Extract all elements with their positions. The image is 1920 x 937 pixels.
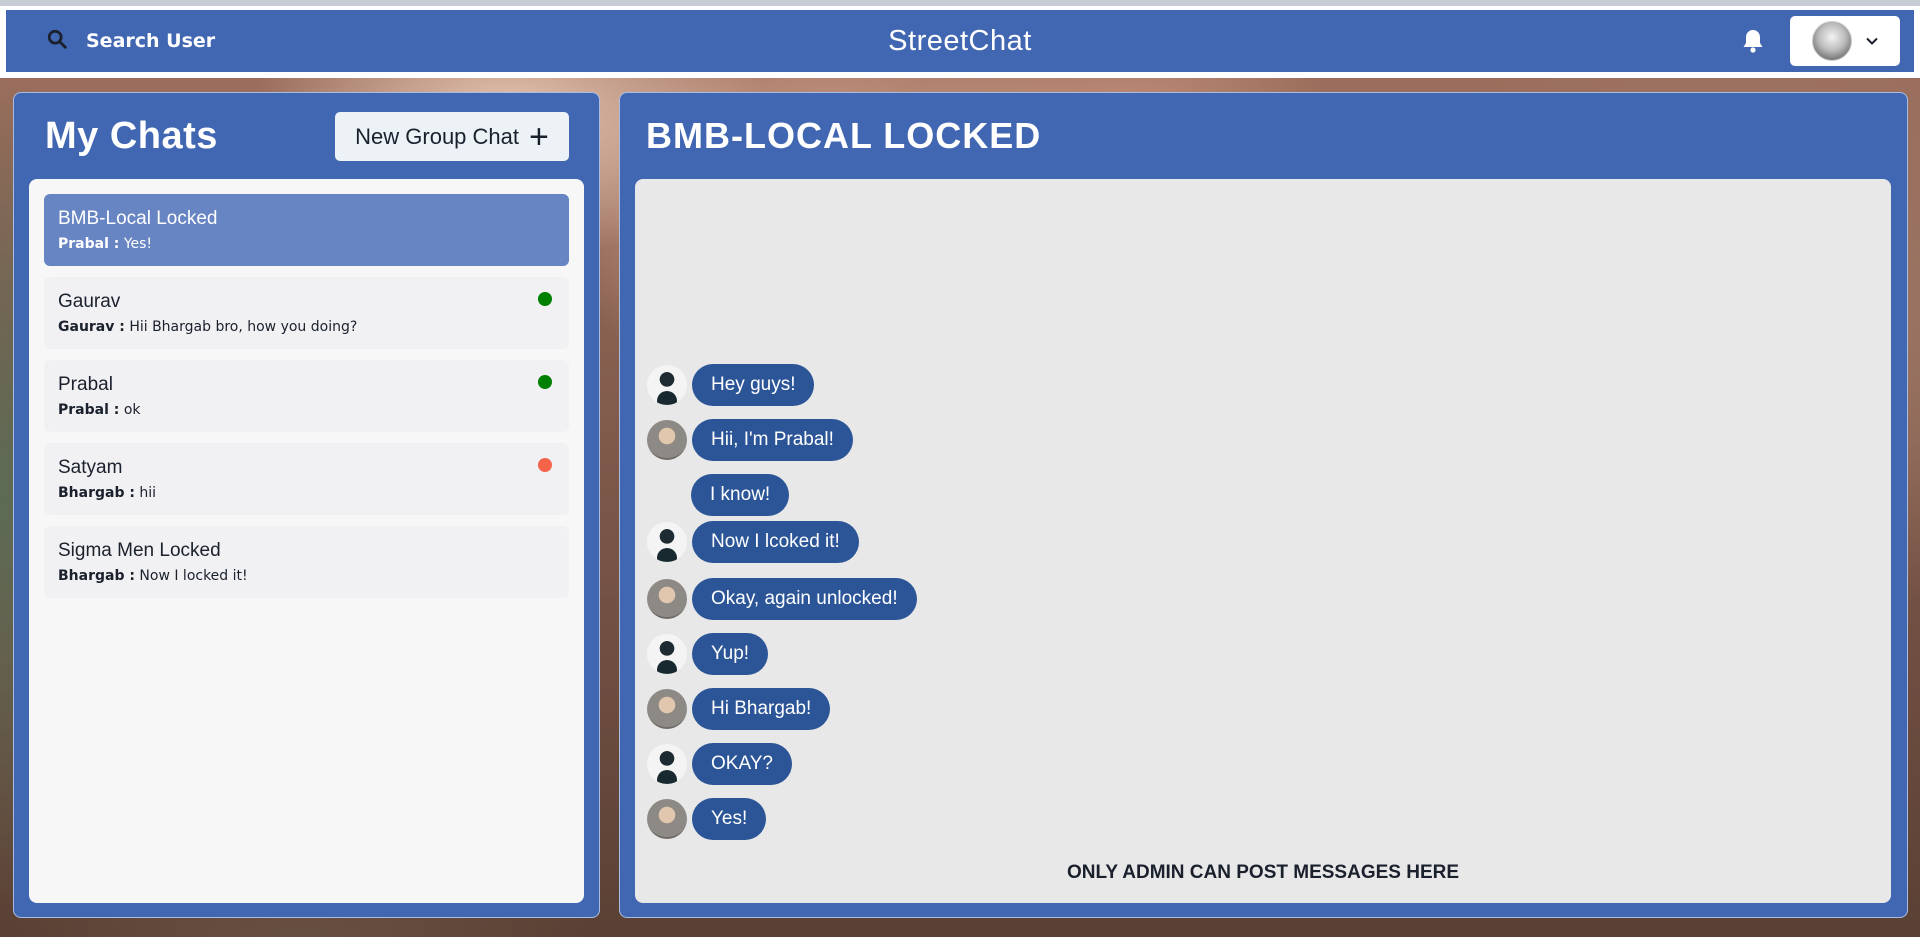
prabal-avatar[interactable] [647,579,687,619]
message-row: Yup! [647,633,769,675]
prabal-avatar[interactable] [647,689,687,729]
chat-latest-message: Prabal : Yes! [58,236,555,252]
notification-button[interactable] [1738,26,1768,56]
message-sender: Prabal : [58,402,120,418]
prabal-avatar[interactable] [647,799,687,839]
chat-latest-message: Prabal : ok [58,402,555,418]
message-row: Yes! [647,798,767,840]
message-sender: Gaurav : [58,319,125,335]
message-text: hii [139,485,157,501]
bhargab-avatar[interactable] [647,365,687,405]
message-sender: Bhargab : [58,485,135,501]
message-row: Hey guys! [647,364,815,406]
chat-name: BMB-Local Locked [58,208,218,229]
chat-item[interactable]: BMB-Local Locked Prabal : Yes! [44,194,569,266]
chat-name: Satyam [58,457,123,478]
my-chats-panel: My Chats New Group Chat + BMB-Local Lock… [13,92,600,918]
chat-name: Sigma Men Locked [58,540,221,561]
message-bubble: I know! [691,474,790,516]
chat-item[interactable]: Prabal Prabal : ok [44,360,569,432]
messages-area: Hey guys! Hii, I'm Prabal! I know! Now I… [635,179,1891,903]
message-bubble: Yup! [692,633,769,675]
conversation-panel: BMB-LOCAL LOCKED Hey guys! Hii, I'm Prab… [619,92,1908,918]
message-row: OKAY? [647,743,792,785]
search-icon [46,28,68,54]
chat-name: Gaurav [58,291,121,312]
bhargab-avatar[interactable] [647,634,687,674]
chat-item[interactable]: Gaurav Gaurav : Hii Bhargab bro, how you… [44,277,569,349]
bhargab-avatar[interactable] [647,744,687,784]
message-bubble: Yes! [692,798,767,840]
new-group-chat-button[interactable]: New Group Chat + [335,112,569,161]
message-bubble: Hi Bhargab! [692,688,831,730]
message-bubble: Okay, again unlocked! [692,578,917,620]
message-row: Hi Bhargab! [647,688,831,730]
top-navbar: Search User StreetChat [6,10,1914,72]
profile-menu-button[interactable] [1790,16,1900,66]
admin-only-notice: ONLY ADMIN CAN POST MESSAGES HERE [1066,862,1460,883]
user-avatar [1812,21,1852,61]
bhargab-avatar[interactable] [647,522,687,562]
online-status-dot [538,375,552,389]
message-text: Now I locked it! [139,568,248,584]
chevron-down-icon [1866,37,1878,45]
offline-status-dot [538,458,552,472]
message-sender: Prabal : [58,236,120,252]
message-row: Now I lcoked it! [647,521,859,563]
chat-item[interactable]: Satyam Bhargab : hii [44,443,569,515]
chat-latest-message: Bhargab : Now I locked it! [58,568,555,584]
message-row: Hii, I'm Prabal! [647,419,853,461]
message-sender: Bhargab : [58,568,135,584]
prabal-avatar[interactable] [647,420,687,460]
message-text: Yes! [123,236,153,252]
message-bubble: Hii, I'm Prabal! [692,419,853,461]
chat-list: BMB-Local Locked Prabal : Yes! Gaurav Ga… [29,179,584,903]
online-status-dot [538,292,552,306]
chat-latest-message: Gaurav : Hii Bhargab bro, how you doing? [58,319,555,335]
message-row: I know! [691,474,790,516]
conversation-title: BMB-LOCAL LOCKED [646,115,1042,156]
chat-item[interactable]: Sigma Men Locked Bhargab : Now I locked … [44,526,569,598]
message-text: Hii Bhargab bro, how you doing? [129,319,358,335]
message-bubble: Hey guys! [692,364,815,406]
message-text: ok [123,402,141,418]
app-title: StreetChat [888,24,1032,57]
chat-latest-message: Bhargab : hii [58,485,555,501]
browser-top-strip [0,0,1920,6]
message-bubble: OKAY? [692,743,792,785]
plus-icon: + [529,117,549,156]
my-chats-title: My Chats [45,115,218,157]
chat-name: Prabal [58,374,113,395]
search-user-label: Search User [86,30,216,52]
search-user-button[interactable]: Search User [36,21,225,61]
message-row: Okay, again unlocked! [647,578,917,620]
bell-icon [1743,30,1763,53]
message-bubble: Now I lcoked it! [692,521,859,563]
new-group-chat-label: New Group Chat [355,123,519,149]
